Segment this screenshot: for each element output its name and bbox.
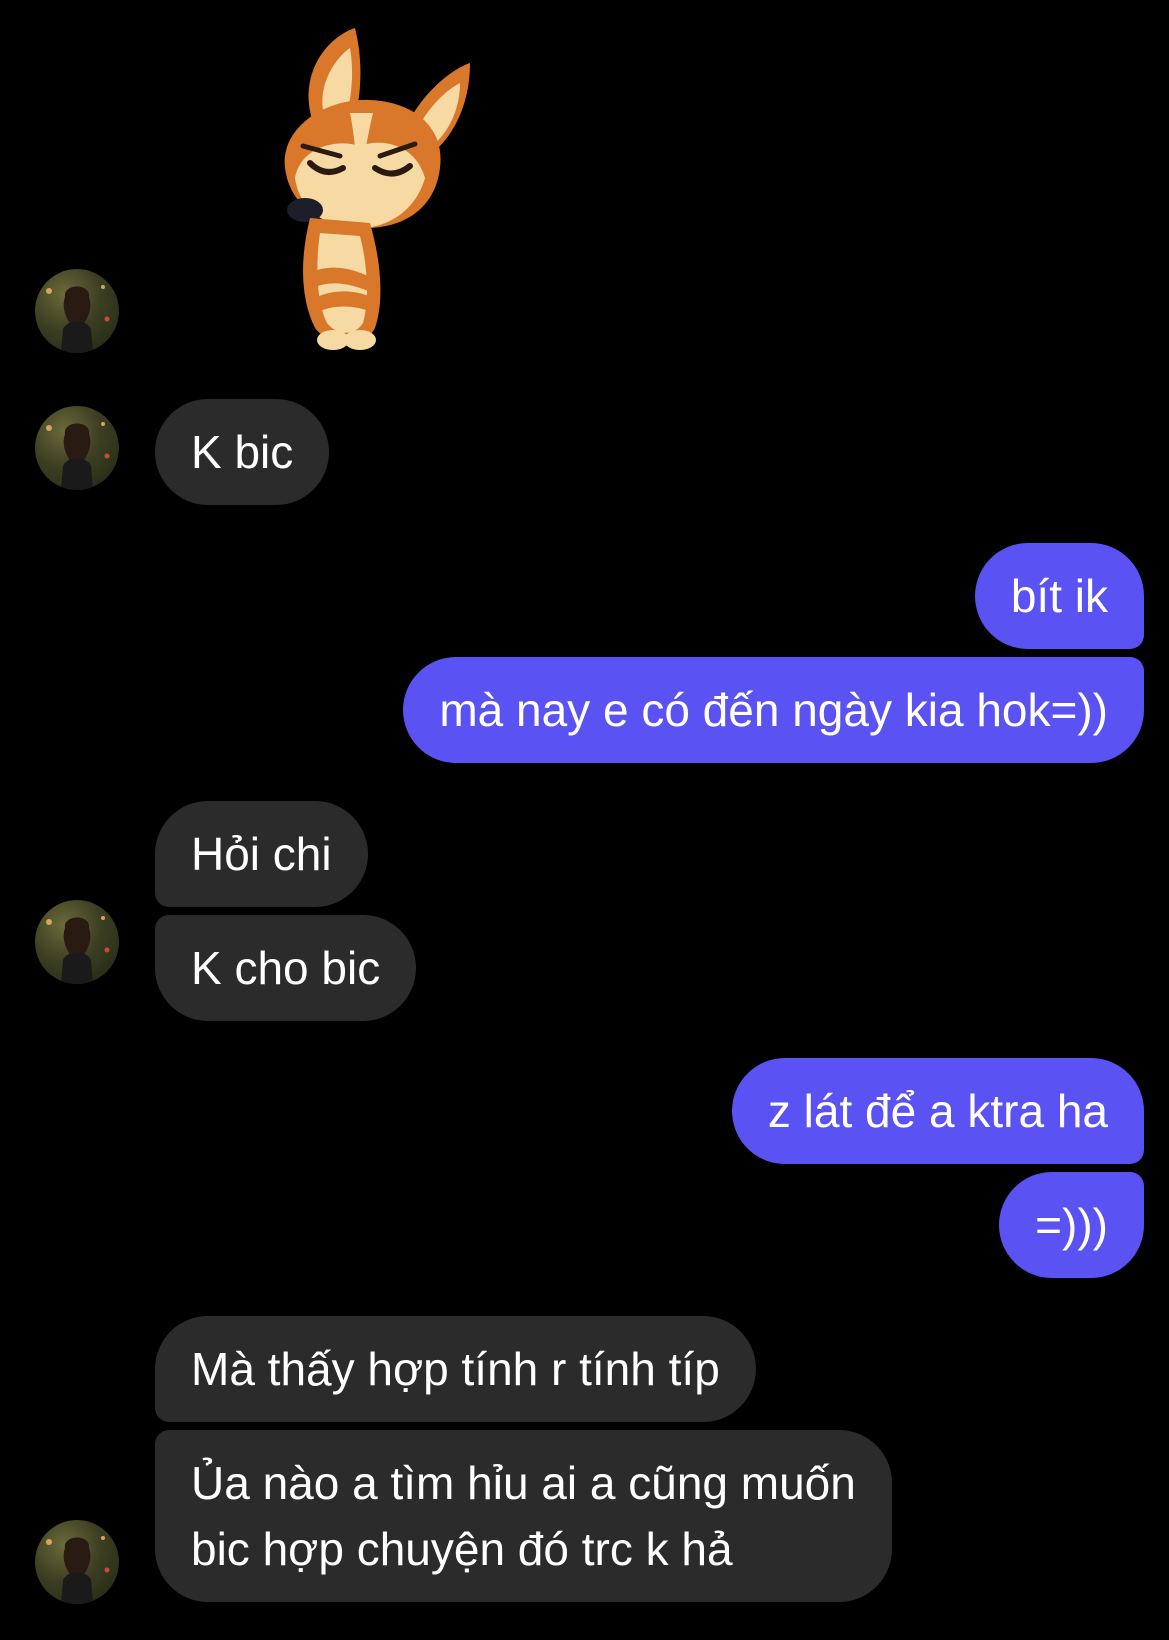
contact-avatar[interactable] [35, 406, 119, 490]
outgoing-message-bubble[interactable]: bít ik [974, 543, 1144, 649]
incoming-message-bubble[interactable]: K bic [155, 399, 330, 505]
outgoing-message-bubble[interactable]: =))) [999, 1172, 1144, 1278]
message-line: Ủa nào a tìm hỉu ai a cũng muốn [191, 1457, 856, 1509]
contact-avatar[interactable] [35, 900, 119, 984]
incoming-message-bubble[interactable]: Ủa nào a tìm hỉu ai a cũng muốn bic hợp … [155, 1430, 892, 1602]
contact-avatar[interactable] [35, 269, 119, 353]
incoming-message-bubble[interactable]: Mà thấy hợp tính r tính típ [155, 1316, 756, 1422]
incoming-message-bubble[interactable]: K cho bic [155, 915, 417, 1021]
corgi-sticker-icon[interactable] [255, 18, 495, 358]
incoming-message-bubble[interactable]: Hỏi chi [155, 801, 368, 907]
contact-avatar[interactable] [35, 1520, 119, 1604]
message-line: bic hợp chuyện đó trc k hả [191, 1523, 733, 1575]
outgoing-message-bubble[interactable]: z lát để a ktra ha [731, 1058, 1144, 1164]
outgoing-message-bubble[interactable]: mà nay e có đến ngày kia hok=)) [403, 657, 1144, 763]
message-thread: K bic bít ik mà nay e có đến ngày kia ho… [0, 0, 1169, 1640]
